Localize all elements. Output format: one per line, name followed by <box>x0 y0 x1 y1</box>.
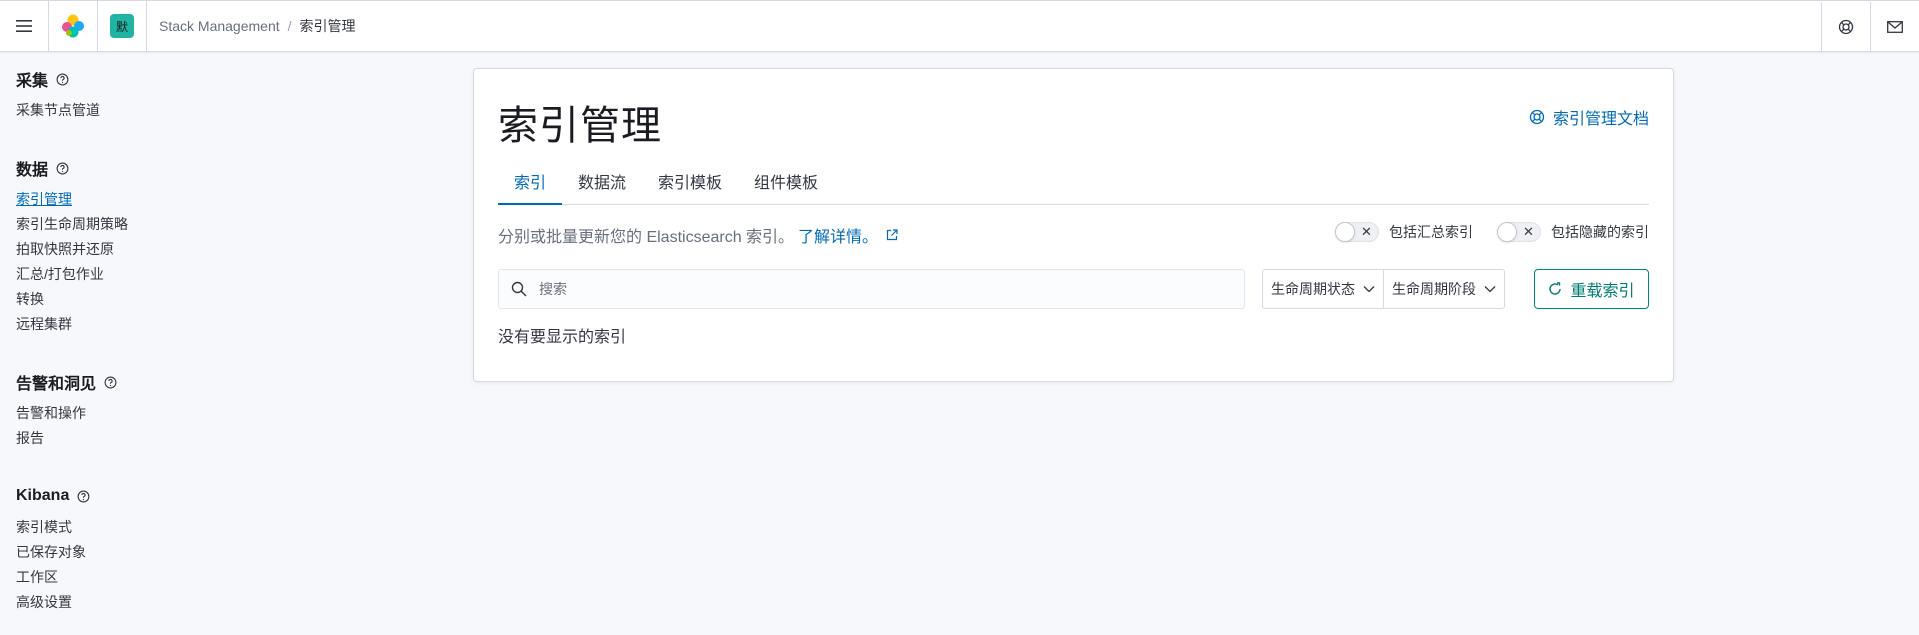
page-title: 索引管理 <box>498 104 662 148</box>
sidebar-item-alerts-actions[interactable]: 告警和操作 <box>16 401 436 426</box>
space-selector-button[interactable]: 默 <box>98 0 146 52</box>
lifecycle-status-filter[interactable]: 生命周期状态 <box>1263 270 1383 308</box>
hamburger-icon <box>16 20 32 32</box>
help-lifebuoy-icon <box>1529 109 1545 125</box>
chevron-down-icon <box>1484 286 1496 293</box>
description-text: 分别或批量更新您的 Elasticsearch 索引。 <box>498 229 795 246</box>
help-menu-button[interactable] <box>1822 1 1870 53</box>
close-icon: ✕ <box>1523 224 1534 239</box>
description: 分别或批量更新您的 Elasticsearch 索引。 了解详情。 <box>498 223 898 247</box>
toggle-switch[interactable]: ✕ <box>1497 222 1541 242</box>
help-lifebuoy-icon <box>1838 19 1854 35</box>
sidebar-item-remote-clusters[interactable]: 远程集群 <box>16 312 436 337</box>
nav-group-title: 告警和洞见 <box>16 371 436 393</box>
sidebar-item-snapshot-restore[interactable]: 拍取快照并还原 <box>16 237 436 262</box>
nav-group-data: 数据 索引管理 索引生命周期策略 拍取快照并还原 汇总/打包作业 转换 远程集群 <box>16 157 436 337</box>
sidebar-item-ilm-policies[interactable]: 索引生命周期策略 <box>16 212 436 237</box>
sidebar-item-rollup-jobs[interactable]: 汇总/打包作业 <box>16 262 436 287</box>
header-right-actions <box>1821 1 1919 53</box>
tab-index-templates[interactable]: 索引模板 <box>642 163 738 205</box>
nav-group-alerts-insights: 告警和洞见 告警和操作 报告 <box>16 371 436 451</box>
toggle-knob <box>1497 222 1517 242</box>
top-header: 默 Stack Management / 索引管理 <box>0 0 1919 52</box>
sidebar-item-advanced-settings[interactable]: 高级设置 <box>16 590 436 615</box>
search-box <box>498 269 1245 309</box>
tab-indices[interactable]: 索引 <box>498 163 563 205</box>
breadcrumb-current: 索引管理 <box>299 18 356 34</box>
external-link-icon <box>886 229 898 241</box>
breadcrumb-separator: / <box>287 18 292 34</box>
search-icon <box>511 281 527 297</box>
reload-indices-button[interactable]: 重载索引 <box>1534 269 1649 309</box>
tab-data-streams[interactable]: 数据流 <box>562 163 642 205</box>
sidebar-item-index-management[interactable]: 索引管理 <box>16 187 436 212</box>
reload-label: 重载索引 <box>1570 283 1635 300</box>
filter-label: 生命周期阶段 <box>1392 281 1476 297</box>
toggle-knob <box>1335 222 1355 242</box>
toggle-label: 包括汇总索引 <box>1389 224 1473 240</box>
nav-group-title: 数据 <box>16 157 436 179</box>
question-icon[interactable] <box>77 490 90 503</box>
nav-group-title: Kibana <box>16 485 436 507</box>
toggle-group: ✕ 包括汇总索引 ✕ 包括隐藏的索引 <box>1311 222 1649 242</box>
menu-button[interactable] <box>0 0 48 52</box>
filter-group: 生命周期状态 生命周期阶段 <box>1262 269 1505 309</box>
include-rollup-toggle[interactable]: ✕ 包括汇总索引 <box>1335 222 1473 242</box>
empty-message: 没有要显示的索引 <box>498 329 627 346</box>
tab-bar: 索引 数据流 索引模板 组件模板 <box>498 163 1649 205</box>
sidebar-item-ingest-pipelines[interactable]: 采集节点管道 <box>16 98 436 123</box>
nav-group-kibana: Kibana 索引模式 已保存对象 工作区 高级设置 <box>16 485 436 615</box>
breadcrumb-stack-management[interactable]: Stack Management <box>159 18 280 34</box>
question-icon[interactable] <box>56 73 69 86</box>
docs-link[interactable]: 索引管理文档 <box>1529 105 1649 129</box>
include-hidden-toggle[interactable]: ✕ 包括隐藏的索引 <box>1497 222 1649 242</box>
side-nav: 采集 采集节点管道 数据 索引管理 索引生命周期策略 拍取快照并还原 汇总/打包… <box>16 68 436 635</box>
elastic-logo-icon <box>62 14 84 38</box>
breadcrumb: Stack Management / 索引管理 <box>159 16 356 36</box>
chevron-down-icon <box>1363 286 1375 293</box>
nav-group-ingest: 采集 采集节点管道 <box>16 68 436 123</box>
question-icon[interactable] <box>104 376 117 389</box>
docs-link-label: 索引管理文档 <box>1552 111 1649 128</box>
refresh-icon <box>1549 282 1562 295</box>
tab-component-templates[interactable]: 组件模板 <box>738 163 834 205</box>
space-avatar: 默 <box>110 14 134 38</box>
toggle-switch[interactable]: ✕ <box>1335 222 1379 242</box>
lifecycle-phase-filter[interactable]: 生命周期阶段 <box>1383 270 1504 308</box>
sidebar-item-saved-objects[interactable]: 已保存对象 <box>16 540 436 565</box>
header-divider <box>146 1 147 51</box>
learn-more-link[interactable]: 了解详情。 <box>798 223 878 247</box>
sidebar-item-index-patterns[interactable]: 索引模式 <box>16 515 436 540</box>
newsfeed-button[interactable] <box>1871 1 1919 53</box>
search-input[interactable] <box>539 281 1219 297</box>
nav-group-title: 采集 <box>16 68 436 90</box>
question-icon[interactable] <box>56 162 69 175</box>
filter-label: 生命周期状态 <box>1271 281 1355 297</box>
mail-icon <box>1887 21 1903 33</box>
sidebar-item-transforms[interactable]: 转换 <box>16 287 436 312</box>
sidebar-item-reporting[interactable]: 报告 <box>16 426 436 451</box>
home-logo-button[interactable] <box>49 0 97 52</box>
toggle-label: 包括隐藏的索引 <box>1551 224 1649 240</box>
index-management-panel: 索引管理 索引管理文档 索引 数据流 索引模板 组件模板 分别或批量更新您的 E… <box>473 68 1674 382</box>
close-icon: ✕ <box>1361 224 1372 239</box>
sidebar-item-workspaces[interactable]: 工作区 <box>16 565 436 590</box>
